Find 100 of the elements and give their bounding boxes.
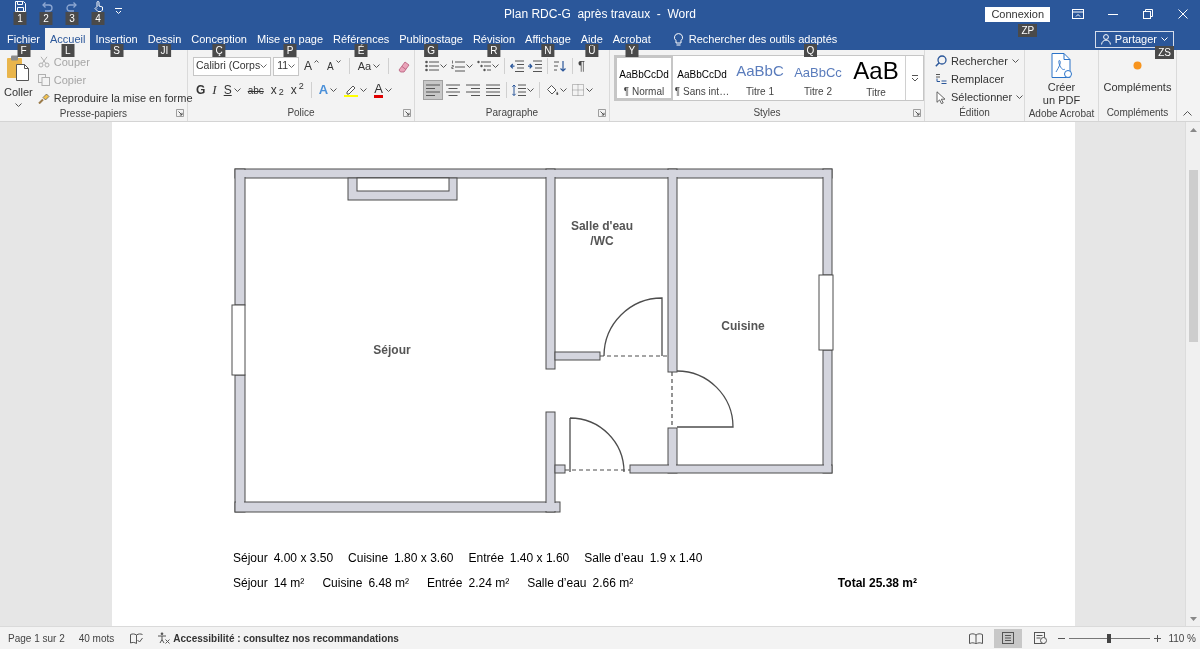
align-center-icon [446,84,460,96]
subscript-button[interactable]: x$_{2}$ [267,80,287,100]
close-icon [1177,9,1188,19]
caret-down-icon [288,64,296,68]
eraser-icon [397,59,412,73]
clipboard-icon [6,55,31,81]
group-label: Paragraphe [485,106,539,120]
style-option[interactable]: AaBbCcDd ¶ Sans int… [673,56,731,100]
plus-icon [1154,634,1162,642]
caret-down-icon [330,88,338,92]
caret-down-icon [360,88,368,92]
change-case-button[interactable]: Aa [354,56,384,76]
dimension-value: 1.80 x 3.60 [394,550,454,567]
caret-down-icon [373,64,381,68]
caret-down-icon [1161,37,1168,41]
dot-icon [1133,61,1142,70]
caret-down-icon [466,64,473,68]
save-button[interactable] [14,1,26,12]
dialog-launcher-button[interactable] [176,109,184,117]
scrollbar-thumb[interactable] [1188,170,1198,342]
zoom-slider[interactable] [1069,633,1151,643]
add-ins-button[interactable]: Compléments [1103,61,1172,96]
superscript-button[interactable]: x$^{2}$ [287,80,307,100]
group-label: Police [287,106,315,120]
underline-button[interactable]: S [220,80,244,100]
font-size-dropdown[interactable]: 11 [273,56,300,76]
key-tip: 2 [39,12,53,25]
grow-font-button[interactable]: A [301,56,323,76]
replace-button[interactable]: Remplacer [934,70,1005,88]
search-icon [934,55,947,67]
font-color-button[interactable]: A [371,80,395,100]
font-name-dropdown[interactable]: Calibri (Corps [193,56,272,76]
key-tip: P [283,44,297,57]
find-button[interactable]: Rechercher [934,52,1019,70]
room-name: Séjour [233,550,268,567]
print-layout-button[interactable] [994,628,1023,648]
save-icon [14,1,26,12]
web-layout-icon [1033,632,1047,644]
sort-icon [553,60,567,72]
style-option[interactable]: AaBbCcDd ¶ Normal [615,56,673,100]
key-tip: JI [157,44,172,57]
show-marks-button[interactable]: ¶ [576,56,587,76]
room-label: Cuisine [721,319,765,333]
strikethrough-button[interactable]: abc [244,80,267,100]
create-pdf-button[interactable]: Créer un PDF [1042,53,1081,107]
key-tip: ZS [1155,45,1174,59]
key-tip: N [541,44,555,57]
accessibility-button[interactable]: Accessibilité : consultez nos recommandations [157,630,399,646]
room-label: Séjour [373,343,411,357]
zoom-in-button[interactable] [1154,632,1162,644]
highlighter-icon [344,83,359,97]
caret-down-icon [1011,59,1019,63]
style-option[interactable]: AaB Titre [847,56,905,100]
multilevel-list-icon [477,60,491,72]
restore-icon [1142,9,1153,19]
scroll-up-arrow-icon [1189,127,1197,132]
expand-corner-icon [176,109,184,117]
window-title: Plan RDC-G après travaux - Word [504,6,696,23]
align-right-icon [466,84,480,96]
group-label: Presse-papiers [59,107,128,121]
bold-button[interactable]: G [193,80,209,100]
room-name: Entrée [468,550,504,567]
align-left-button[interactable] [423,80,443,100]
group-label: Édition [959,106,990,120]
dialog-launcher-button[interactable] [913,109,921,117]
chevron-up-icon [1183,111,1192,116]
dimension-value: 1.9 x 1.40 [649,550,703,567]
collapse-ribbon-button[interactable] [1181,109,1194,118]
format-painter-button[interactable]: Reproduire la mise en forme [35,89,195,107]
touch-mode-button[interactable] [92,1,104,12]
key-tip: G [424,44,438,57]
zoom-slider-thumb[interactable] [1107,633,1112,643]
style-option[interactable]: AaBbCc Titre 2 [789,56,847,100]
dialog-launcher-button[interactable] [403,109,411,117]
shrink-font-button[interactable]: A [324,56,344,76]
style-option[interactable]: AaBbC Titre 1 [731,56,789,100]
select-button[interactable]: Sélectionner [934,88,1024,106]
caret-down-icon [440,64,447,68]
decrease-indent-icon [510,60,524,72]
key-tip: 1 [13,12,27,25]
italic-button[interactable]: I [209,80,220,100]
share-button[interactable]: Partager [1094,30,1174,48]
zoom-level[interactable]: 110 % [1168,630,1196,646]
pdf-document-icon [1049,53,1074,79]
paintbrush-icon [37,92,50,104]
page-count[interactable]: Page 1 sur 2 [8,630,65,646]
sign-in-button[interactable]: Connexion [985,7,1050,22]
key-tip: S [110,44,124,57]
caret-down-icon [335,60,341,63]
vertical-scrollbar[interactable] [1185,122,1200,626]
key-tip: 4 [91,12,105,25]
expand-corner-icon [403,109,411,117]
proofing-button[interactable] [130,632,144,644]
expand-corner-icon [598,109,606,117]
dialog-launcher-button[interactable] [598,109,606,117]
caret-down-icon [492,64,499,68]
group-label: Compléments [1106,106,1169,120]
word-count[interactable]: 40 mots [78,630,115,646]
key-tip: Y [625,44,639,57]
key-tip: Ç [212,44,226,57]
